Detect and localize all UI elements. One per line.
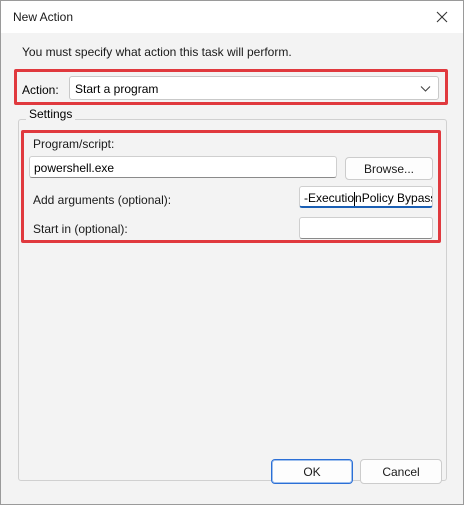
arguments-value: -ExecutionPolicy Bypass xyxy=(304,191,433,206)
close-button[interactable] xyxy=(427,5,457,29)
ok-button[interactable]: OK xyxy=(271,459,353,484)
arguments-input[interactable]: -ExecutionPolicy Bypass xyxy=(299,186,433,208)
title-bar[interactable]: New Action xyxy=(1,1,463,33)
action-label: Action: xyxy=(22,83,59,97)
action-dropdown[interactable]: Start a program xyxy=(69,76,439,100)
instruction-text: You must specify what action this task w… xyxy=(22,45,292,59)
action-selected-value: Start a program xyxy=(75,82,159,96)
new-action-dialog: New Action You must specify what action … xyxy=(0,0,464,505)
settings-legend: Settings xyxy=(26,107,76,121)
arguments-label: Add arguments (optional): xyxy=(33,193,172,207)
program-script-input[interactable]: powershell.exe xyxy=(29,156,337,178)
start-in-input[interactable] xyxy=(299,217,433,239)
dialog-body: You must specify what action this task w… xyxy=(1,33,463,504)
browse-button[interactable]: Browse... xyxy=(345,157,433,180)
program-script-label: Program/script: xyxy=(33,137,115,151)
chevron-down-icon xyxy=(420,86,431,92)
program-script-value: powershell.exe xyxy=(34,161,115,175)
cancel-button[interactable]: Cancel xyxy=(360,459,442,484)
window-title: New Action xyxy=(13,10,74,24)
start-in-label: Start in (optional): xyxy=(33,222,128,236)
close-icon xyxy=(436,11,448,23)
